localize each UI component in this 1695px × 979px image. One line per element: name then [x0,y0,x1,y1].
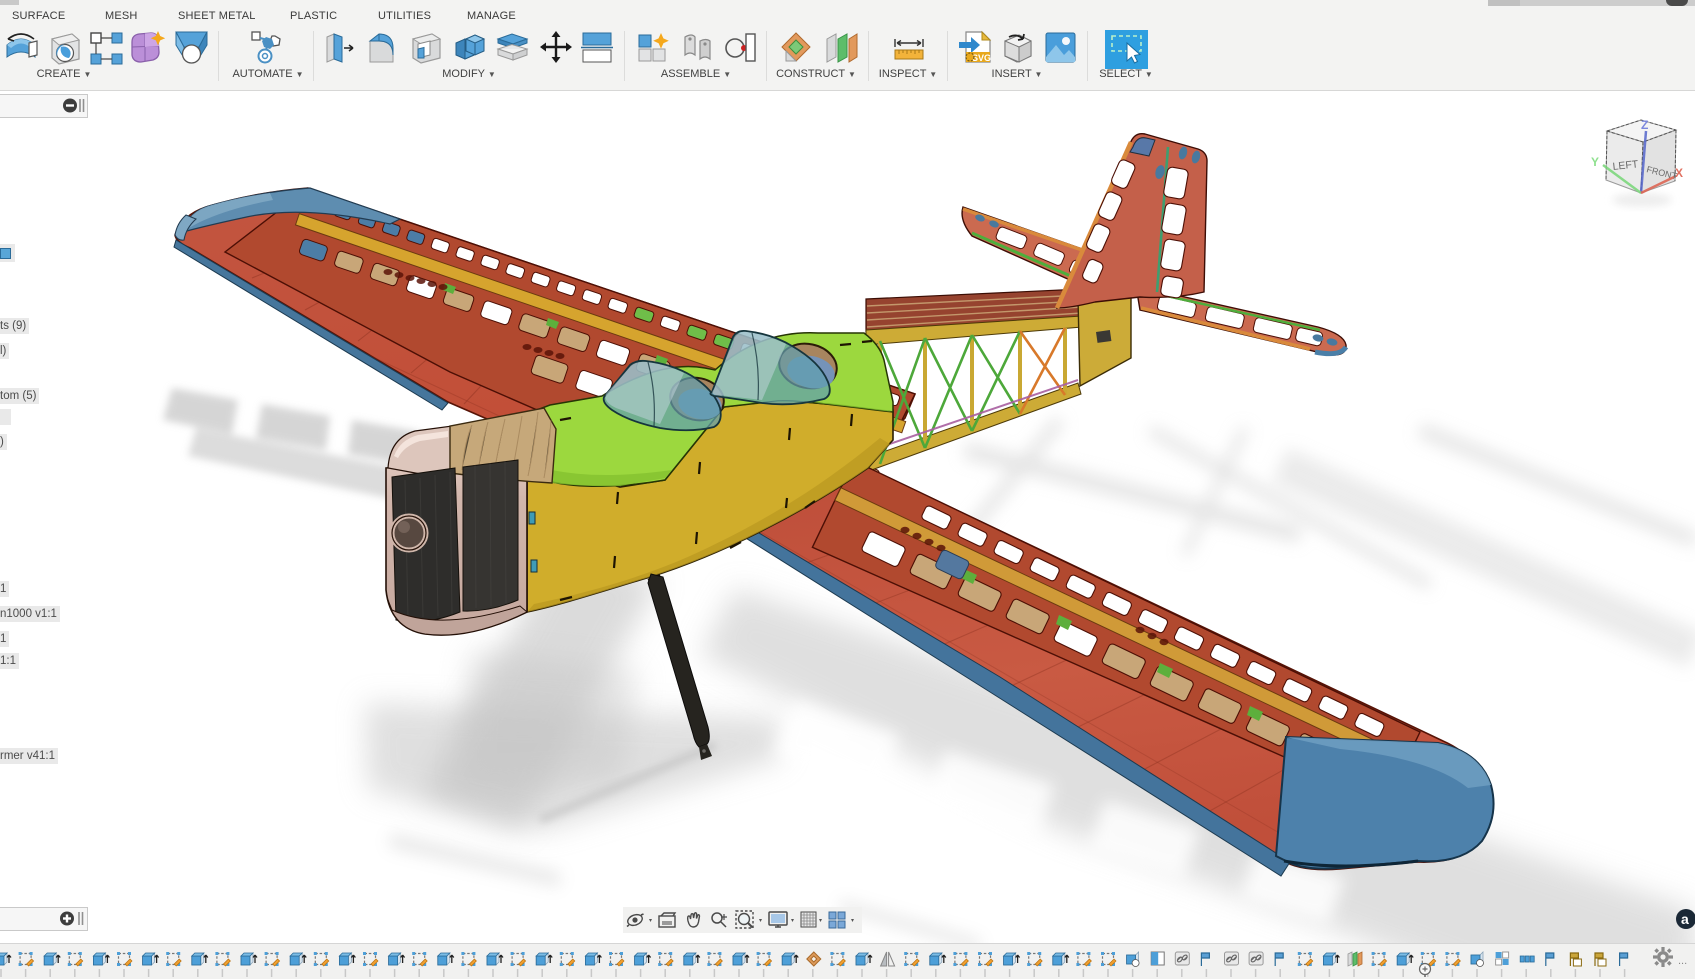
svg-text:a: a [1681,911,1689,927]
svg-text:X: X [1675,166,1683,180]
svg-text:SVG: SVG [972,53,991,63]
svg-text:Y: Y [1591,155,1599,169]
svg-text:Z: Z [1641,118,1648,132]
